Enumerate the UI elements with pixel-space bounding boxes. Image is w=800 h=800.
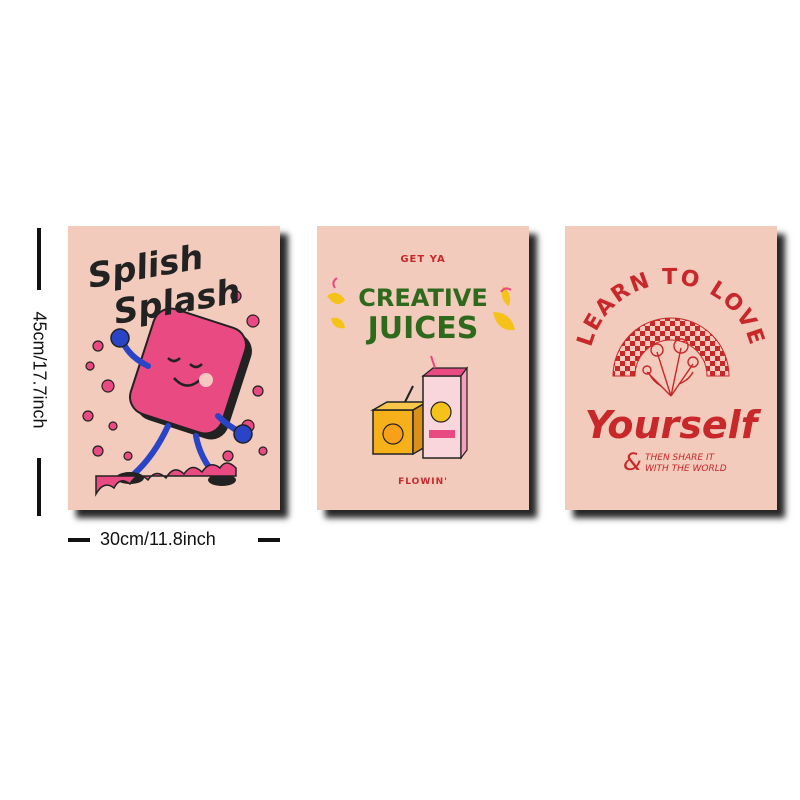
poster-2-top-text: GET YA (400, 254, 445, 265)
height-dimension-label: 45cm/17.7inch (29, 311, 50, 429)
poster-learn-to-love: LEARN TO LOVE Yourself & THEN SHARE IT W… (565, 226, 777, 510)
soap-character-icon: Splish Splash (82, 237, 268, 497)
juice-boxes-icon (370, 355, 469, 460)
height-dimension-line-top (37, 228, 41, 290)
width-dimension-label: 30cm/11.8inch (100, 529, 216, 549)
width-dimension-line-right (258, 538, 280, 542)
poster-3-line2: WITH THE WORLD (645, 464, 727, 474)
poster-2-title-line2: JUICES (366, 311, 479, 346)
width-dimension-line-left (68, 538, 90, 542)
poster-2-title-line1: CREATIVE (358, 284, 487, 312)
poster-3-script-text: Yourself (585, 403, 762, 447)
poster-3-line1: THEN SHARE IT (645, 453, 716, 463)
poster-splish-splash: Splish Splash (68, 226, 280, 510)
poster-2-bottom-text: FLOWIN' (398, 477, 448, 487)
height-dimension-line-bottom (37, 458, 41, 516)
poster-creative-juices: GET YA CREATIVE JUICES FLOWIN' (317, 226, 529, 510)
poster-3-ampersand: & (623, 448, 642, 476)
flower-bouquet-icon (642, 338, 699, 397)
